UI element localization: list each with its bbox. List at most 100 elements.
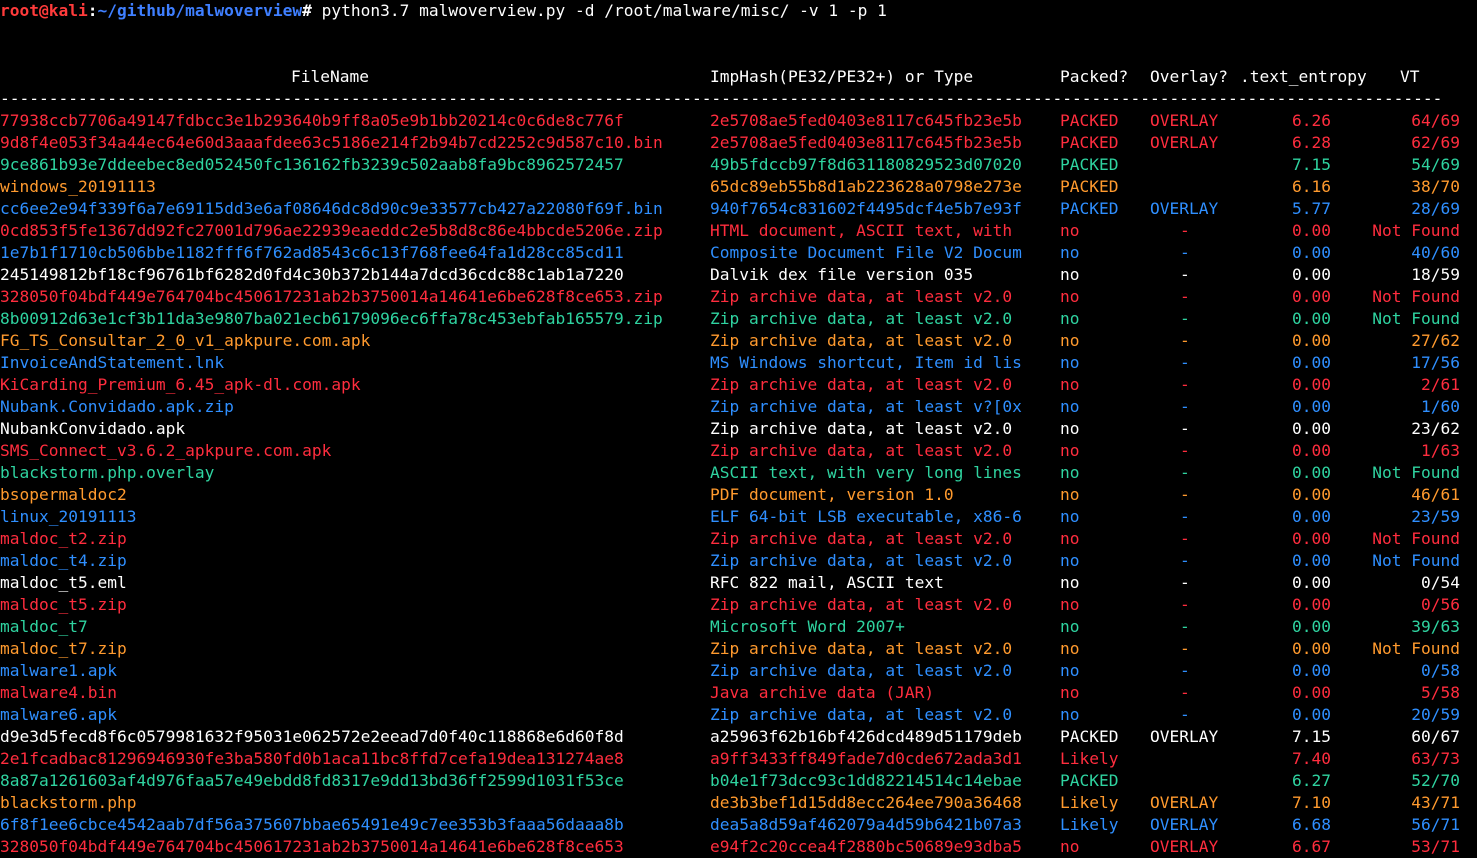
cell-entropy: 0.00: [1292, 617, 1331, 636]
cell-filename: maldoc_t5.eml: [0, 573, 127, 592]
cell-vt: 2/61: [1421, 375, 1460, 394]
cell-packed: PACKED: [1060, 133, 1119, 152]
cell-type: 49b5fdccb97f8d631180829523d07020: [710, 155, 1022, 174]
cell-entropy: 0.00: [1292, 661, 1331, 680]
cell-entropy: 7.15: [1292, 155, 1331, 174]
cell-overlay: -: [1180, 683, 1190, 702]
cell-filename: maldoc_t7.zip: [0, 639, 127, 658]
table-row: cc6ee2e94f339f6a7e69115dd3e6af08646dc8d9…: [0, 198, 1477, 220]
cell-entropy: 0.00: [1292, 265, 1331, 284]
cell-filename: FG_TS_Consultar_2_0_v1_apkpure.com.apk: [0, 331, 371, 350]
cell-filename: 77938ccb7706a49147fdbcc3e1b293640b9ff8a0…: [0, 111, 624, 130]
cell-overlay: -: [1180, 441, 1190, 460]
table-row: windows_20191113 65dc89eb55b8d1ab223628a0…: [0, 176, 1477, 198]
cell-packed: no: [1060, 353, 1080, 372]
cell-packed: no: [1060, 243, 1080, 262]
cell-filename: d9e3d5fecd8f6c0579981632f95031e062572e2e…: [0, 727, 624, 746]
cell-filename: malware1.apk: [0, 661, 117, 680]
cell-filename: 9d8f4e053f34a44ec64e60d3aaafdee63c5186e2…: [0, 133, 663, 152]
cell-packed: Likely: [1060, 793, 1119, 812]
cell-entropy: 0.00: [1292, 529, 1331, 548]
cell-vt: Not Found: [1372, 463, 1460, 482]
cell-vt: 38/70: [1411, 177, 1460, 196]
cell-filename: blackstorm.php.overlay: [0, 463, 215, 482]
cell-type: Dalvik dex file version 035: [710, 265, 974, 284]
cell-type: Zip archive data, at least v2.0: [710, 331, 1013, 350]
cell-packed: no: [1060, 661, 1080, 680]
cell-entropy: 0.00: [1292, 639, 1331, 658]
cell-packed: no: [1060, 309, 1080, 328]
cell-entropy: 0.00: [1292, 507, 1331, 526]
table-row: 2e1fcadbac81296946930fe3ba580fd0b1aca11b…: [0, 748, 1477, 770]
cell-entropy: 0.00: [1292, 375, 1331, 394]
cell-filename: 2e1fcadbac81296946930fe3ba580fd0b1aca11b…: [0, 749, 624, 768]
cell-filename: 9ce861b93e7ddeebec8ed052450fc136162fb323…: [0, 155, 624, 174]
cell-type: Zip archive data, at least v2.0: [710, 309, 1013, 328]
cell-entropy: 6.67: [1292, 837, 1331, 856]
cell-filename: Nubank.Convidado.apk.zip: [0, 397, 234, 416]
table-row: 328050f04bdf449e764704bc450617231ab2b375…: [0, 836, 1477, 858]
cell-type: MS Windows shortcut, Item id lis: [710, 353, 1022, 372]
cell-vt: 60/67: [1411, 727, 1460, 746]
table-row: SMS_Connect_v3.6.2_apkpure.com.apk Zip ar…: [0, 440, 1477, 462]
cell-vt: 23/62: [1411, 419, 1460, 438]
cell-type: Composite Document File V2 Docum: [710, 243, 1022, 262]
table-row: 245149812bf18cf96761bf6282d0fd4c30b372b1…: [0, 264, 1477, 286]
cell-type: Zip archive data, at least v2.0: [710, 529, 1013, 548]
cell-type: Zip archive data, at least v2.0: [710, 705, 1013, 724]
cell-packed: Likely: [1060, 815, 1119, 834]
table-row: 77938ccb7706a49147fdbcc3e1b293640b9ff8a0…: [0, 110, 1477, 132]
cell-filename: 8b00912d63e1cf3b11da3e9807ba021ecb617909…: [0, 309, 663, 328]
cell-entropy: 6.16: [1292, 177, 1331, 196]
table-row: 0cd853f5fe1367dd92fc27001d796ae22939eaed…: [0, 220, 1477, 242]
cell-overlay: -: [1180, 705, 1190, 724]
cell-filename: 8a87a1261603af4d976faa57e49ebdd8fd8317e9…: [0, 771, 624, 790]
cell-packed: PACKED: [1060, 111, 1119, 130]
cell-type: Zip archive data, at least v2.0: [710, 375, 1013, 394]
cell-overlay: -: [1180, 617, 1190, 636]
table-row: malware6.apk Zip archive data, at least v…: [0, 704, 1477, 726]
table-row: FG_TS_Consultar_2_0_v1_apkpure.com.apk Zi…: [0, 330, 1477, 352]
table-row: NubankConvidado.apk Zip archive data, at …: [0, 418, 1477, 440]
table-row: blackstorm.php.overlay ASCII text, with v…: [0, 462, 1477, 484]
cell-vt: 0/58: [1421, 661, 1460, 680]
cell-vt: 1/63: [1421, 441, 1460, 460]
cell-vt: 0/54: [1421, 573, 1460, 592]
cell-vt: 46/61: [1411, 485, 1460, 504]
cell-entropy: 0.00: [1292, 441, 1331, 460]
cell-vt: 64/69: [1411, 111, 1460, 130]
cell-type: ASCII text, with very long lines: [710, 463, 1022, 482]
cell-vt: 27/62: [1411, 331, 1460, 350]
cell-overlay: -: [1180, 485, 1190, 504]
cell-entropy: 0.00: [1292, 705, 1331, 724]
cell-filename: 245149812bf18cf96761bf6282d0fd4c30b372b1…: [0, 265, 624, 284]
cell-filename: cc6ee2e94f339f6a7e69115dd3e6af08646dc8d9…: [0, 199, 663, 218]
table-row: Nubank.Convidado.apk.zip Zip archive data…: [0, 396, 1477, 418]
cell-type: de3b3bef1d15dd8ecc264ee790a36468: [710, 793, 1022, 812]
cell-type: e94f2c20ccea4f2880bc50689e93dba5: [710, 837, 1022, 856]
cell-packed: PACKED: [1060, 199, 1119, 218]
header-separator: ----------------------------------------…: [0, 89, 1440, 108]
cell-vt: Not Found: [1372, 221, 1460, 240]
cell-filename: maldoc_t5.zip: [0, 595, 127, 614]
table-row: 8b00912d63e1cf3b11da3e9807ba021ecb617909…: [0, 308, 1477, 330]
cell-packed: no: [1060, 683, 1080, 702]
cell-packed: no: [1060, 705, 1080, 724]
cell-vt: 23/59: [1411, 507, 1460, 526]
cell-entropy: 0.00: [1292, 419, 1331, 438]
cell-overlay: -: [1180, 419, 1190, 438]
cell-filename: InvoiceAndStatement.lnk: [0, 353, 225, 372]
cell-vt: Not Found: [1372, 639, 1460, 658]
prompt-separator: :: [87, 1, 98, 20]
shell-prompt: root@kali:~/github/malwoverview# python3…: [0, 0, 887, 22]
cell-entropy: 0.00: [1292, 683, 1331, 702]
cell-entropy: 6.68: [1292, 815, 1331, 834]
cell-overlay: -: [1180, 397, 1190, 416]
cell-vt: 28/69: [1411, 199, 1460, 218]
cell-vt: Not Found: [1372, 551, 1460, 570]
cell-type: b04e1f73dcc93c1dd82214514c14ebae: [710, 771, 1022, 790]
cell-entropy: 0.00: [1292, 243, 1331, 262]
cell-entropy: 0.00: [1292, 397, 1331, 416]
cell-filename: 0cd853f5fe1367dd92fc27001d796ae22939eaed…: [0, 221, 663, 240]
table-row: maldoc_t4.zip Zip archive data, at least …: [0, 550, 1477, 572]
